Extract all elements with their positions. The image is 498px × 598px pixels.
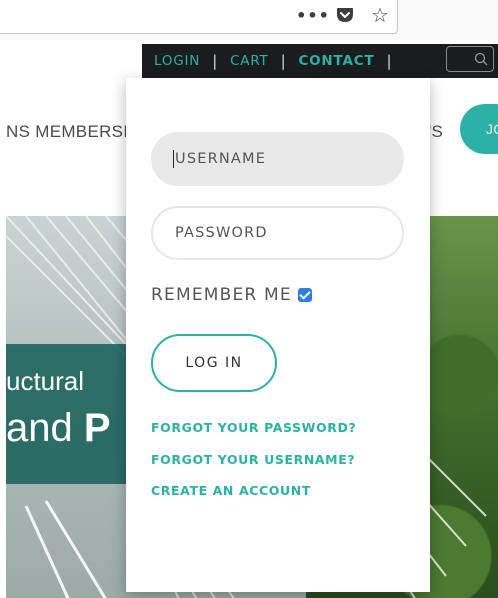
cart-link[interactable]: CART <box>218 53 281 69</box>
search-icon <box>474 52 488 66</box>
hero-heading-regular: and <box>6 406 84 450</box>
create-account-link[interactable]: CREATE AN ACCOUNT <box>151 483 311 498</box>
forgot-password-link[interactable]: FORGOT YOUR PASSWORD? <box>151 420 356 435</box>
hero-heading-bold: P <box>83 406 111 450</box>
remember-me-checkbox[interactable] <box>297 288 312 302</box>
log-in-button[interactable]: LOG IN <box>151 334 277 392</box>
login-link[interactable]: LOGIN <box>142 53 212 69</box>
pocket-icon[interactable] <box>334 4 356 26</box>
username-input[interactable]: USERNAME <box>151 132 404 186</box>
menu-separator: | <box>386 52 393 70</box>
username-placeholder: USERNAME <box>175 151 267 167</box>
top-utility-menu: LOGIN | CART | CONTACT | <box>142 44 498 78</box>
star-icon[interactable]: ☆ <box>368 3 392 27</box>
login-dropdown-panel: USERNAME PASSWORD REMEMBER ME LOG IN FOR… <box>126 78 430 592</box>
forgot-username-link[interactable]: FORGOT YOUR USERNAME? <box>151 452 355 467</box>
website-page: LOGIN | CART | CONTACT | NS MEMBERSI 'S … <box>0 40 498 598</box>
join-button[interactable]: JO <box>460 104 498 154</box>
search-button[interactable] <box>446 46 494 72</box>
browser-toolbar: ••• ☆ <box>0 0 498 40</box>
contact-link[interactable]: CONTACT <box>286 53 386 69</box>
hero-heading-line2: and P <box>6 406 111 451</box>
remember-me-row: REMEMBER ME <box>151 283 312 307</box>
remember-me-label: REMEMBER ME <box>151 285 292 305</box>
nav-item-partial[interactable]: 'S <box>428 122 443 142</box>
nav-item-memberships[interactable]: NS MEMBERSI <box>6 122 128 142</box>
more-dots-icon[interactable]: ••• <box>296 4 329 26</box>
password-input[interactable]: PASSWORD <box>151 206 404 260</box>
text-caret <box>173 150 174 168</box>
hero-heading-line1: uctural <box>6 366 85 396</box>
password-placeholder: PASSWORD <box>175 225 268 241</box>
